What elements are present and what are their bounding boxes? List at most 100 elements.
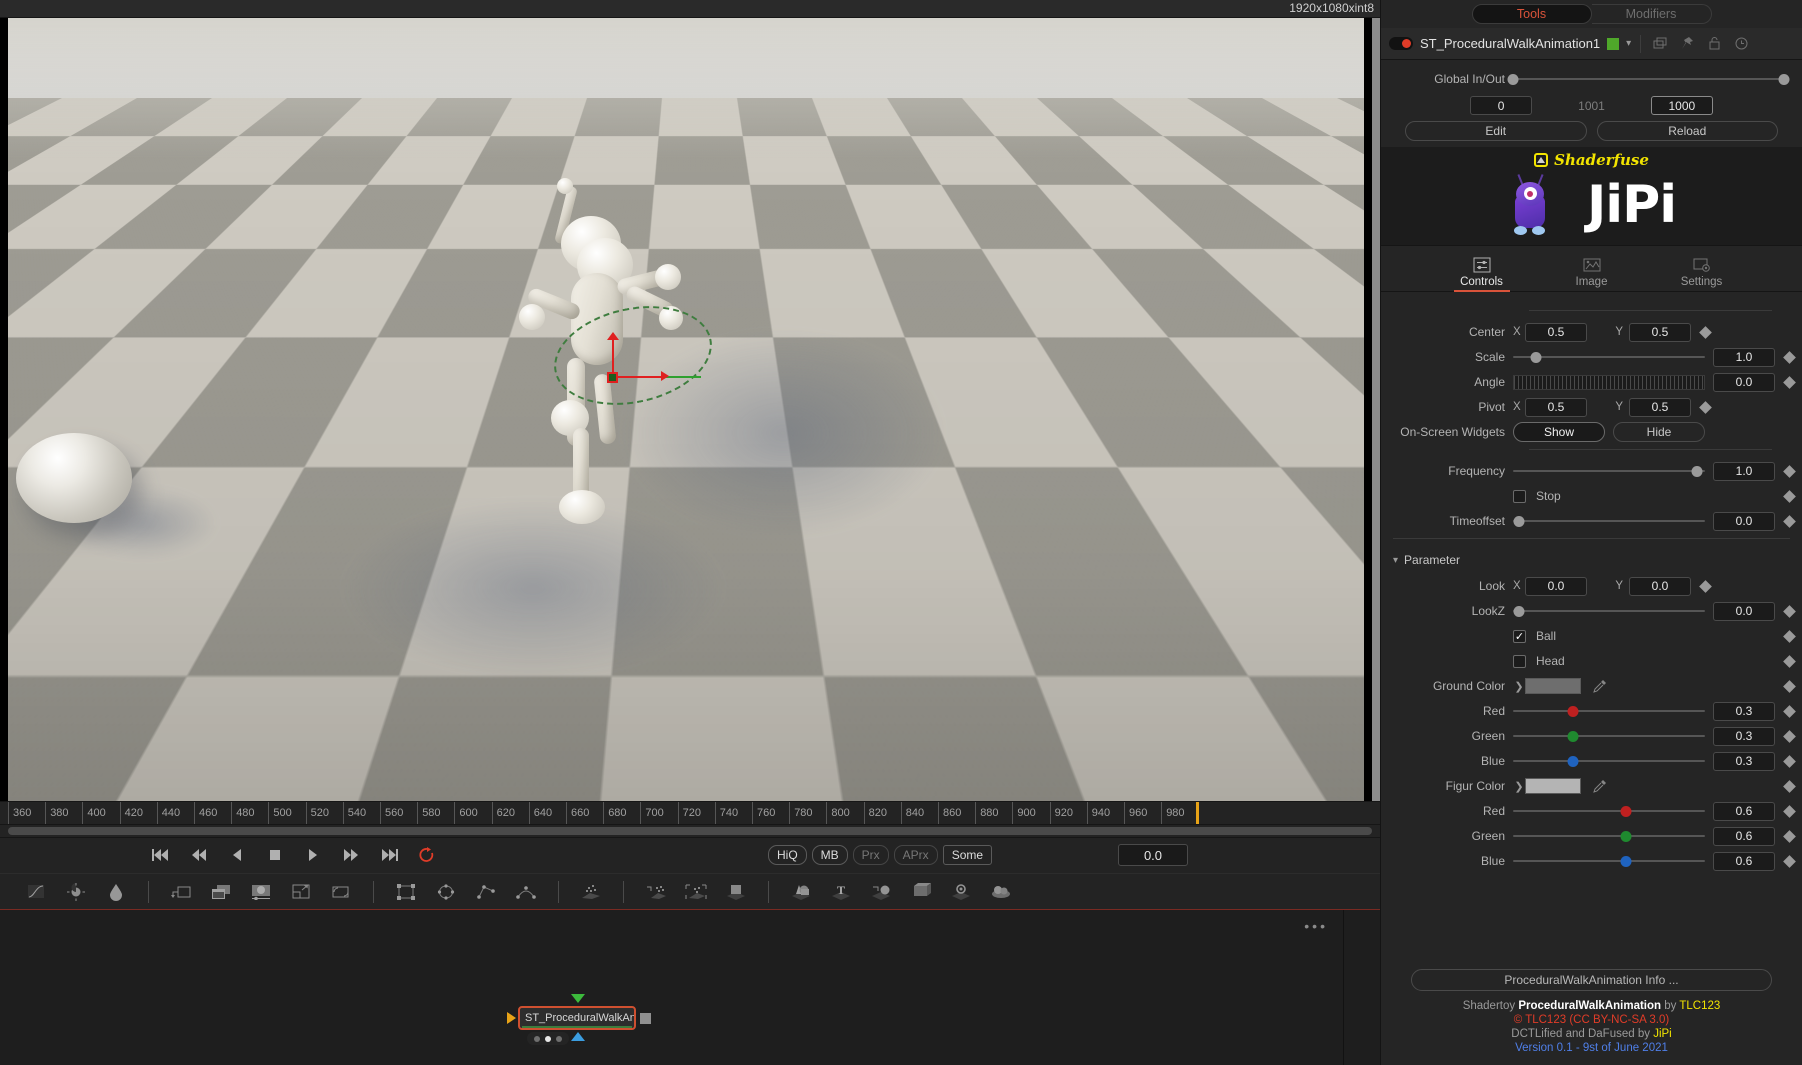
merge-3d-icon[interactable] [909, 881, 933, 903]
angle-keyframe-button[interactable] [1783, 375, 1796, 389]
node-dot-3[interactable] [556, 1035, 563, 1042]
widgets-hide-button[interactable]: Hide [1613, 422, 1705, 442]
center-keyframe-button[interactable] [1699, 325, 1712, 339]
stop-checkbox[interactable] [1513, 489, 1526, 503]
lookz-keyframe-button[interactable] [1783, 604, 1796, 618]
reload-button[interactable]: Reload [1596, 121, 1778, 141]
fast-forward-button[interactable] [340, 844, 362, 866]
figur-blue-slider[interactable] [1513, 852, 1705, 871]
resize-icon[interactable] [289, 881, 313, 903]
image-plane-icon[interactable] [789, 881, 813, 903]
copy-icon[interactable] [1650, 34, 1670, 54]
ground-color-keyframe-button[interactable] [1783, 679, 1796, 693]
particle-render-icon[interactable] [724, 881, 748, 903]
ball-checkbox[interactable]: ✓ [1513, 629, 1526, 643]
play-button[interactable] [302, 844, 324, 866]
lookz-slider[interactable] [1513, 602, 1705, 621]
ground-green-keyframe-button[interactable] [1783, 729, 1796, 743]
scale-keyframe-button[interactable] [1783, 350, 1796, 364]
step-back-button[interactable] [226, 844, 248, 866]
ground-red-slider[interactable] [1513, 702, 1705, 721]
transform-icon[interactable] [169, 881, 193, 903]
figur-blue-keyframe-button[interactable] [1783, 854, 1796, 868]
quality-aprx-button[interactable]: APrx [893, 845, 938, 865]
gizmo-y-arrow[interactable] [607, 332, 619, 340]
current-time-field[interactable]: 0.0 [1118, 844, 1188, 866]
color-curves-icon[interactable] [24, 881, 48, 903]
tab-controls[interactable]: Controls [1446, 256, 1518, 292]
viewport-render[interactable] [8, 18, 1372, 801]
playhead[interactable] [1196, 802, 1199, 824]
node-top-input-icon[interactable] [571, 994, 585, 1003]
chevron-down-icon[interactable]: ▾ [1626, 38, 1631, 49]
figur-color-swatch[interactable] [1525, 778, 1581, 794]
figur-red-keyframe-button[interactable] [1783, 804, 1796, 818]
ground-red-keyframe-button[interactable] [1783, 704, 1796, 718]
quality-prx-button[interactable]: Prx [852, 845, 889, 865]
tool-enable-toggle[interactable] [1389, 37, 1413, 50]
head-keyframe-button[interactable] [1783, 654, 1796, 668]
node-state-dots[interactable] [527, 1032, 569, 1045]
particle-emitter-icon[interactable] [644, 881, 668, 903]
chevron-right-icon[interactable]: ❯ [1513, 680, 1525, 693]
tool-color-chip[interactable] [1607, 37, 1620, 50]
node-graph-overflow-menu[interactable]: ••• [1304, 918, 1328, 934]
timeline-ruler[interactable]: 980 960 940 920 900 880 860 840 820 800 780 760 740 7… [0, 801, 1380, 825]
text-3d-icon[interactable] [869, 881, 893, 903]
edit-button[interactable]: Edit [1405, 121, 1587, 141]
paint-mask-icon[interactable] [579, 881, 603, 903]
node-tool[interactable]: ST_ProceduralWalkAn... [507, 994, 651, 1045]
frequency-slider[interactable] [1513, 462, 1705, 481]
info-button[interactable]: ProceduralWalkAnimation Info ... [1411, 969, 1772, 991]
center-x-field[interactable]: 0.5 [1525, 322, 1587, 342]
polygon-mask-icon[interactable] [474, 881, 498, 903]
ground-blue-keyframe-button[interactable] [1783, 754, 1796, 768]
lock-icon[interactable] [1704, 34, 1724, 54]
ground-red-field[interactable]: 0.3 [1713, 701, 1775, 721]
ground-blue-field[interactable]: 0.3 [1713, 751, 1775, 771]
global-inout-slider[interactable] [1507, 70, 1790, 89]
loop-button[interactable] [416, 844, 438, 866]
global-out-knob[interactable] [1778, 73, 1790, 85]
ground-green-slider[interactable] [1513, 727, 1705, 746]
quality-hiq-button[interactable]: HiQ [768, 845, 807, 865]
transform-gizmo[interactable] [544, 292, 722, 419]
tab-modifiers[interactable]: Modifiers [1591, 4, 1712, 24]
look-y-field[interactable]: 0.0 [1629, 576, 1691, 596]
gizmo-x-axis[interactable] [613, 376, 665, 378]
camera-3d-icon[interactable] [989, 881, 1013, 903]
ground-blue-slider[interactable] [1513, 752, 1705, 771]
eyedropper-icon[interactable] [1591, 677, 1609, 695]
rectangle-mask-icon[interactable] [394, 881, 418, 903]
loop-transform-icon[interactable] [329, 881, 353, 903]
angle-field[interactable]: 0.0 [1713, 372, 1775, 392]
stop-button[interactable] [264, 844, 286, 866]
figur-color-keyframe-button[interactable] [1783, 779, 1796, 793]
center-y-field[interactable]: 0.5 [1629, 322, 1691, 342]
angle-dial[interactable] [1513, 374, 1705, 390]
pin-icon[interactable] [1677, 34, 1697, 54]
figur-red-slider[interactable] [1513, 802, 1705, 821]
merge-icon[interactable] [209, 881, 233, 903]
figur-green-field[interactable]: 0.6 [1713, 826, 1775, 846]
figur-green-slider[interactable] [1513, 827, 1705, 846]
figur-green-keyframe-button[interactable] [1783, 829, 1796, 843]
tab-image[interactable]: Image [1556, 256, 1628, 291]
ball-keyframe-button[interactable] [1783, 629, 1796, 643]
chevron-down-icon[interactable]: ▾ [1393, 555, 1398, 566]
ellipse-mask-icon[interactable] [434, 881, 458, 903]
scale-slider[interactable] [1513, 348, 1705, 367]
rewind-button[interactable] [188, 844, 210, 866]
quality-some-button[interactable]: Some [942, 845, 993, 865]
timeline-scrollbar[interactable] [8, 827, 1372, 835]
pivot-x-field[interactable]: 0.5 [1525, 397, 1587, 417]
frequency-keyframe-button[interactable] [1783, 464, 1796, 478]
reset-icon[interactable] [1731, 34, 1751, 54]
stop-keyframe-button[interactable] [1783, 489, 1796, 503]
skip-to-end-button[interactable] [378, 844, 400, 866]
timeoffset-field[interactable]: 0.0 [1713, 511, 1775, 531]
blur-icon[interactable] [104, 881, 128, 903]
background-icon[interactable] [249, 881, 273, 903]
ground-green-field[interactable]: 0.3 [1713, 726, 1775, 746]
timeoffset-slider[interactable] [1513, 512, 1705, 531]
